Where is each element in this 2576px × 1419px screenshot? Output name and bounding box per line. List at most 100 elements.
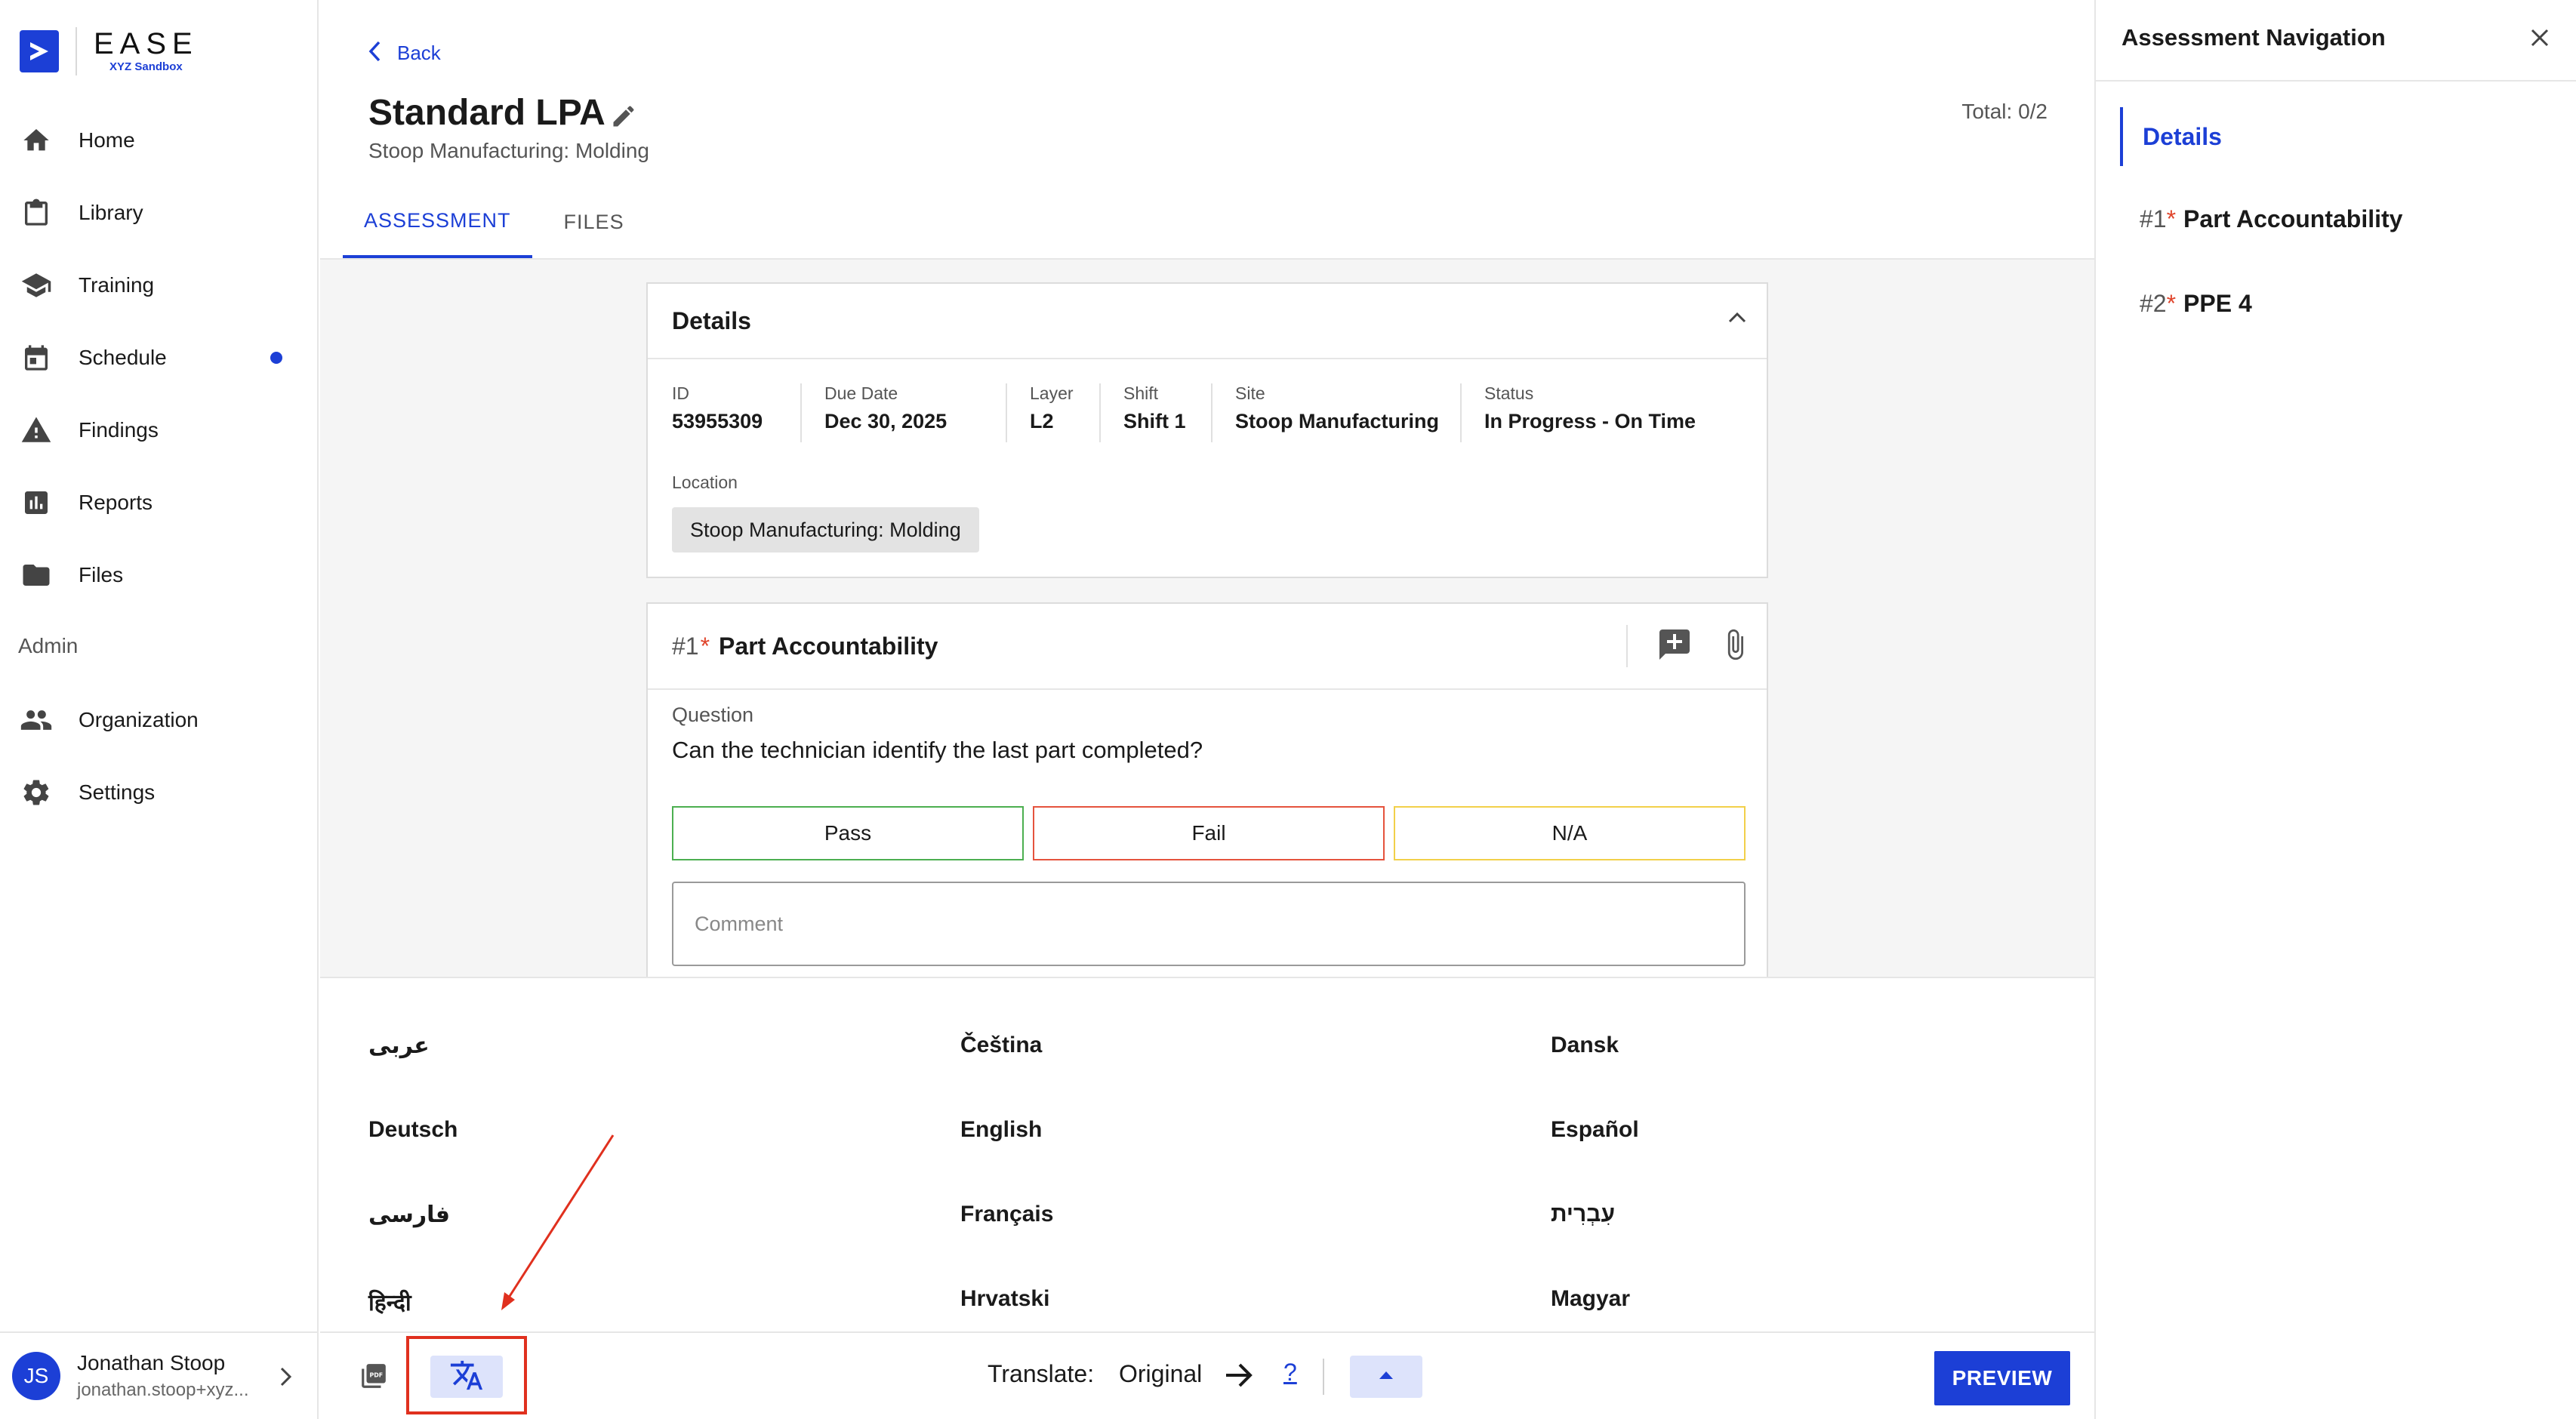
tab-assessment[interactable]: ASSESSMENT <box>343 186 532 258</box>
sidebar-item-label: Reports <box>79 491 153 514</box>
user-menu[interactable]: JS Jonathan Stoop jonathan.stoop+xyz... <box>0 1331 317 1419</box>
nav-item-question-1[interactable]: #1 * Part Accountability <box>2140 205 2402 233</box>
language-option-czech[interactable]: Čeština <box>960 1033 1042 1058</box>
sidebar-item-label: Schedule <box>79 346 167 369</box>
language-option-english[interactable]: English <box>960 1117 1042 1143</box>
sidebar-item-label: Findings <box>79 418 159 442</box>
sidebar-item-training[interactable]: Training <box>0 249 317 322</box>
pass-button[interactable]: Pass <box>672 806 1024 860</box>
close-icon[interactable] <box>2529 27 2550 52</box>
sidebar-item-reports[interactable]: Reports <box>0 466 317 539</box>
back-label: Back <box>397 42 441 64</box>
question-text: Can the technician identify the last par… <box>672 737 1203 763</box>
language-option-spanish[interactable]: Español <box>1551 1117 1639 1143</box>
field-divider <box>1006 383 1007 442</box>
logo-environment: XYZ Sandbox <box>109 60 183 73</box>
logo-play-icon <box>20 30 59 72</box>
panel-title: Assessment Navigation <box>2122 24 2386 51</box>
sidebar-item-findings[interactable]: Findings <box>0 394 317 466</box>
assessment-navigation-panel: Assessment Navigation Details #1 * Part … <box>2094 0 2576 1419</box>
sidebar-item-label: Settings <box>79 780 156 804</box>
caret-up-icon <box>1378 1370 1394 1384</box>
attachment-icon[interactable] <box>1718 625 1752 668</box>
field-label: Shift <box>1123 383 1159 403</box>
sidebar-item-organization[interactable]: Organization <box>0 684 317 756</box>
chevron-right-icon <box>279 1366 293 1391</box>
clipboard-icon <box>20 196 53 229</box>
calendar-icon <box>20 341 53 374</box>
language-panel-toggle-button[interactable] <box>1350 1356 1422 1398</box>
user-name: Jonathan Stoop <box>77 1351 226 1374</box>
back-button[interactable]: Back <box>367 39 441 67</box>
sidebar-item-library[interactable]: Library <box>0 177 317 249</box>
chevron-up-icon[interactable] <box>1727 311 1747 328</box>
sidebar: EASE XYZ Sandbox Home Library Training S… <box>0 0 319 1419</box>
add-comment-icon[interactable] <box>1656 626 1693 666</box>
translate-icon <box>449 1358 484 1396</box>
language-option-danish[interactable]: Dansk <box>1551 1033 1619 1058</box>
field-label: Layer <box>1030 383 1074 403</box>
details-header[interactable]: Details <box>648 284 1767 359</box>
toolbar-divider <box>1323 1359 1324 1395</box>
language-option-german[interactable]: Deutsch <box>368 1117 458 1143</box>
details-card: Details ID 53955309 Due Date Dec 30, 202… <box>646 282 1768 578</box>
field-label: Site <box>1235 383 1265 403</box>
translate-label: Translate: <box>988 1360 1095 1387</box>
translate-target-language[interactable]: ? <box>1283 1359 1297 1387</box>
home-icon <box>20 124 53 157</box>
tab-files[interactable]: FILES <box>543 186 646 258</box>
header-divider <box>1626 625 1628 667</box>
language-option-hebrew[interactable]: עִבְרִית <box>1551 1202 1615 1227</box>
translate-button[interactable] <box>430 1356 503 1398</box>
edit-icon[interactable] <box>610 103 637 134</box>
sidebar-item-home[interactable]: Home <box>0 104 317 177</box>
language-panel: عربى Čeština Dansk Deutsch English Españ… <box>320 977 2094 1331</box>
field-value: Stoop Manufacturing <box>1235 410 1439 432</box>
folder-icon <box>20 559 53 592</box>
notification-dot <box>270 352 282 364</box>
field-layer: Layer L2 <box>1030 383 1074 433</box>
logo[interactable]: EASE XYZ Sandbox <box>20 27 199 75</box>
preview-button[interactable]: PREVIEW <box>1934 1351 2070 1405</box>
language-option-croatian[interactable]: Hrvatski <box>960 1286 1049 1312</box>
fail-button[interactable]: Fail <box>1033 806 1385 860</box>
sidebar-item-schedule[interactable]: Schedule <box>0 322 317 394</box>
total-score: Total: 0/2 <box>1961 100 2048 123</box>
nav-item-details[interactable]: Details <box>2120 107 2573 166</box>
user-info: Jonathan Stoop jonathan.stoop+xyz... <box>77 1351 248 1401</box>
page-title: Standard LPA <box>368 93 605 133</box>
field-status: Status In Progress - On Time <box>1484 383 1696 433</box>
field-label: ID <box>672 383 689 403</box>
pdf-icon[interactable]: PDF <box>359 1362 388 1394</box>
comment-input[interactable] <box>672 882 1746 966</box>
tab-bar: ASSESSMENT FILES <box>343 186 646 258</box>
field-label: Due Date <box>824 383 898 403</box>
question-title: Part Accountability <box>719 632 938 660</box>
field-id: ID 53955309 <box>672 383 763 433</box>
sidebar-item-files[interactable]: Files <box>0 539 317 611</box>
language-option-arabic[interactable]: عربى <box>368 1033 430 1059</box>
required-marker: * <box>2166 205 2177 232</box>
field-value: Shift 1 <box>1123 410 1186 432</box>
field-value: L2 <box>1030 410 1054 432</box>
panel-divider <box>2096 80 2576 82</box>
language-option-french[interactable]: Français <box>960 1202 1053 1227</box>
graduation-cap-icon <box>20 269 53 302</box>
warning-icon <box>20 414 53 447</box>
arrow-right-icon <box>1225 1362 1255 1393</box>
nav-item-label: PPE 4 <box>2183 290 2252 317</box>
sidebar-item-settings[interactable]: Settings <box>0 756 317 829</box>
location-chip: Stoop Manufacturing: Molding <box>672 507 979 553</box>
location-label: Location <box>672 472 738 492</box>
language-option-hindi[interactable]: हिन्दी <box>368 1286 411 1317</box>
nav-item-question-2[interactable]: #2 * PPE 4 <box>2140 290 2252 318</box>
field-shift: Shift Shift 1 <box>1123 383 1186 433</box>
required-marker: * <box>700 632 710 660</box>
language-option-hungarian[interactable]: Magyar <box>1551 1286 1630 1312</box>
translate-source-language[interactable]: Original <box>1119 1360 1202 1388</box>
sidebar-item-label: Library <box>79 201 143 224</box>
field-value: 53955309 <box>672 410 763 432</box>
language-option-persian[interactable]: فارسی <box>368 1202 450 1228</box>
na-button[interactable]: N/A <box>1394 806 1746 860</box>
gear-icon <box>20 776 53 809</box>
